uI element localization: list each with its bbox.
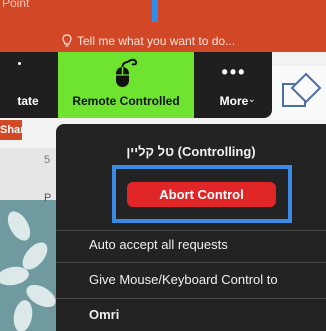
more-label: More [219, 94, 249, 108]
tell-me-search[interactable]: Tell me what you want to do... [62, 34, 235, 48]
chevron-down-icon: ⌄ [248, 94, 256, 104]
menu-item-give-control[interactable]: Give Mouse/Keyboard Control to [89, 272, 278, 287]
remote-controlled-button[interactable]: Remote Controlled [58, 52, 194, 118]
menu-item-omri[interactable]: Omri [89, 307, 119, 322]
menu-separator [56, 230, 326, 231]
ribbon-bar: Point Tell me what you want to do... [0, 0, 326, 52]
ribbon-top-text: Point [2, 0, 30, 10]
controlling-user-title: טל קליין (Controlling) [126, 144, 256, 159]
ellipsis-icon: ••• [221, 62, 247, 82]
tell-me-text: Tell me what you want to do... [77, 34, 236, 48]
more-button[interactable]: ••• More ⌄ [196, 52, 272, 118]
abort-control-button[interactable]: Abort Control [127, 182, 276, 207]
ribbon-tab-p: P [44, 192, 52, 204]
share-button[interactable]: Share [0, 120, 22, 140]
slide-thumbnail[interactable] [0, 200, 58, 331]
remote-control-menu: טל קליין (Controlling) [56, 124, 326, 331]
shapes-icon[interactable] [280, 70, 324, 114]
zoom-toolbar: tate Remote Controlled ••• More ⌄ [0, 52, 272, 118]
ribbon-tab-5: 5 [44, 154, 51, 166]
state-icon [18, 62, 21, 65]
cursor-marker [152, 0, 158, 22]
state-button[interactable]: tate [0, 52, 56, 118]
remote-controlled-label: Remote Controlled [72, 94, 180, 108]
menu-separator [56, 262, 326, 263]
lightbulb-icon [62, 34, 72, 47]
state-label: tate [17, 94, 39, 108]
menu-item-auto-accept[interactable]: Auto accept all requests [89, 237, 228, 252]
menu-separator [56, 298, 326, 299]
mouse-icon [116, 58, 138, 87]
